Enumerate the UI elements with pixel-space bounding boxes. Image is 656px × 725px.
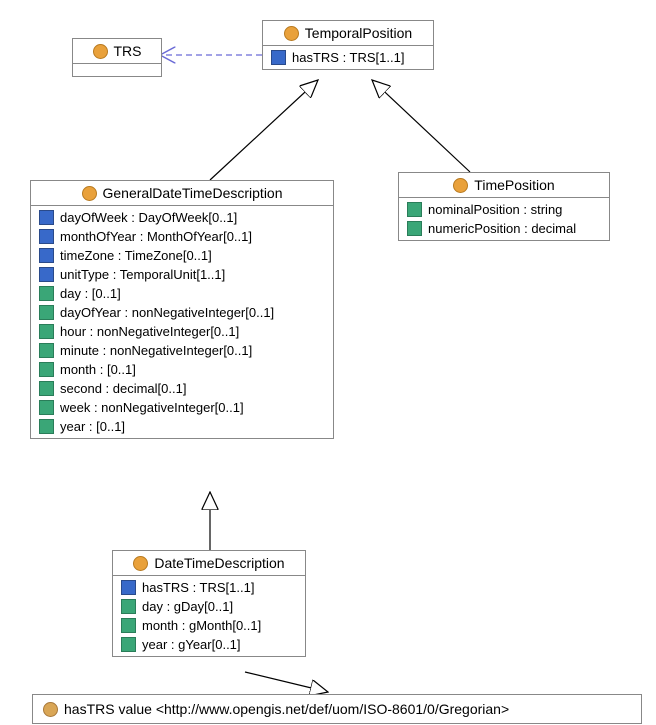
- class-attr: week : nonNegativeInteger[0..1]: [31, 398, 333, 417]
- class-title-text: DateTimeDescription: [154, 555, 284, 571]
- attr-text: dayOfYear : nonNegativeInteger[0..1]: [60, 305, 274, 320]
- prop-icon-blue: [39, 248, 54, 263]
- prop-icon-green: [39, 343, 54, 358]
- attr-text: nominalPosition : string: [428, 202, 562, 217]
- prop-icon-green: [121, 637, 136, 652]
- class-title-text: TimePosition: [474, 177, 554, 193]
- class-title-timeposition: TimePosition: [399, 173, 609, 198]
- prop-icon-green: [39, 400, 54, 415]
- class-icon: [284, 26, 299, 41]
- class-attr: nominalPosition : string: [399, 200, 609, 219]
- class-icon: [453, 178, 468, 193]
- prop-icon-green: [407, 202, 422, 217]
- edge-dtd-to-constraint: [245, 672, 328, 692]
- attr-text: second : decimal[0..1]: [60, 381, 186, 396]
- prop-icon-green: [39, 362, 54, 377]
- class-attr: monthOfYear : MonthOfYear[0..1]: [31, 227, 333, 246]
- class-attr: day : [0..1]: [31, 284, 333, 303]
- class-title-dtd: DateTimeDescription: [113, 551, 305, 576]
- class-attr: month : [0..1]: [31, 360, 333, 379]
- prop-icon-green: [39, 324, 54, 339]
- class-attr: hasTRS : TRS[1..1]: [113, 578, 305, 597]
- prop-icon-green: [121, 618, 136, 633]
- prop-icon-green: [39, 286, 54, 301]
- class-icon: [133, 556, 148, 571]
- class-attrs-dtd: hasTRS : TRS[1..1] day : gDay[0..1] mont…: [113, 576, 305, 656]
- class-attr: hour : nonNegativeInteger[0..1]: [31, 322, 333, 341]
- attr-text: numericPosition : decimal: [428, 221, 576, 236]
- attr-text: minute : nonNegativeInteger[0..1]: [60, 343, 252, 358]
- attr-text: hasTRS : TRS[1..1]: [292, 50, 404, 65]
- class-trs: TRS: [72, 38, 162, 77]
- class-attr: minute : nonNegativeInteger[0..1]: [31, 341, 333, 360]
- class-gdtd: GeneralDateTimeDescription dayOfWeek : D…: [30, 180, 334, 439]
- prop-icon-green: [39, 381, 54, 396]
- attr-text: day : gDay[0..1]: [142, 599, 233, 614]
- attr-text: dayOfWeek : DayOfWeek[0..1]: [60, 210, 237, 225]
- class-attr: numericPosition : decimal: [399, 219, 609, 238]
- attr-text: year : [0..1]: [60, 419, 125, 434]
- prop-icon-green: [121, 599, 136, 614]
- class-attrs-trs: [73, 64, 161, 76]
- class-title-text: TRS: [114, 43, 142, 59]
- class-attr: dayOfWeek : DayOfWeek[0..1]: [31, 208, 333, 227]
- class-icon: [93, 44, 108, 59]
- class-icon: [82, 186, 97, 201]
- class-temporalposition: TemporalPosition hasTRS : TRS[1..1]: [262, 20, 434, 70]
- class-attr: year : [0..1]: [31, 417, 333, 436]
- attr-text: hasTRS : TRS[1..1]: [142, 580, 254, 595]
- prop-icon-blue: [39, 267, 54, 282]
- attr-text: month : gMonth[0..1]: [142, 618, 261, 633]
- class-attr: second : decimal[0..1]: [31, 379, 333, 398]
- constraint-icon: [43, 702, 58, 717]
- attr-text: day : [0..1]: [60, 286, 121, 301]
- prop-icon-blue: [39, 229, 54, 244]
- attr-text: unitType : TemporalUnit[1..1]: [60, 267, 225, 282]
- edge-gdtd-to-temporalposition: [210, 80, 318, 180]
- class-timeposition: TimePosition nominalPosition : string nu…: [398, 172, 610, 241]
- class-attr: timeZone : TimeZone[0..1]: [31, 246, 333, 265]
- class-attrs-temporalposition: hasTRS : TRS[1..1]: [263, 46, 433, 69]
- class-title-text: GeneralDateTimeDescription: [103, 185, 283, 201]
- attr-text: monthOfYear : MonthOfYear[0..1]: [60, 229, 252, 244]
- attr-text: month : [0..1]: [60, 362, 136, 377]
- class-attrs-timeposition: nominalPosition : string numericPosition…: [399, 198, 609, 240]
- class-attr: dayOfYear : nonNegativeInteger[0..1]: [31, 303, 333, 322]
- class-attrs-gdtd: dayOfWeek : DayOfWeek[0..1] monthOfYear …: [31, 206, 333, 438]
- class-attr: unitType : TemporalUnit[1..1]: [31, 265, 333, 284]
- constraint-box: hasTRS value <http://www.opengis.net/def…: [32, 694, 642, 724]
- attr-text: week : nonNegativeInteger[0..1]: [60, 400, 244, 415]
- prop-icon-blue: [271, 50, 286, 65]
- attr-text: timeZone : TimeZone[0..1]: [60, 248, 212, 263]
- constraint-text: hasTRS value <http://www.opengis.net/def…: [64, 701, 509, 717]
- class-attr: month : gMonth[0..1]: [113, 616, 305, 635]
- class-dtd: DateTimeDescription hasTRS : TRS[1..1] d…: [112, 550, 306, 657]
- prop-icon-green: [39, 419, 54, 434]
- class-attr: day : gDay[0..1]: [113, 597, 305, 616]
- prop-icon-green: [39, 305, 54, 320]
- prop-icon-blue: [121, 580, 136, 595]
- class-title-gdtd: GeneralDateTimeDescription: [31, 181, 333, 206]
- class-title-trs: TRS: [73, 39, 161, 64]
- class-attr: year : gYear[0..1]: [113, 635, 305, 654]
- class-title-temporalposition: TemporalPosition: [263, 21, 433, 46]
- prop-icon-blue: [39, 210, 54, 225]
- class-attr: hasTRS : TRS[1..1]: [263, 48, 433, 67]
- attr-text: hour : nonNegativeInteger[0..1]: [60, 324, 239, 339]
- prop-icon-green: [407, 221, 422, 236]
- attr-text: year : gYear[0..1]: [142, 637, 241, 652]
- class-title-text: TemporalPosition: [305, 25, 412, 41]
- edge-timeposition-to-temporalposition: [372, 80, 470, 172]
